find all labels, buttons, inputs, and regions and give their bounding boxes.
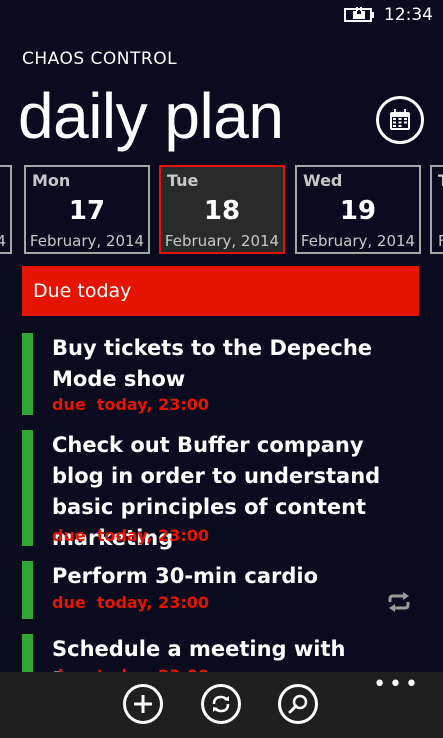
day-name: Tue xyxy=(167,171,199,190)
more-options-button[interactable]: ••• xyxy=(373,674,421,696)
page-title: daily plan xyxy=(18,80,284,152)
day-card-mon[interactable]: Mon 17 February, 2014 xyxy=(24,165,150,254)
day-month: February, 2014 xyxy=(300,232,416,250)
section-header-due-today: Due today xyxy=(22,266,419,316)
day-month: 4 xyxy=(0,231,6,251)
day-card-previous[interactable]: 4 xyxy=(0,165,12,254)
day-number: 18 xyxy=(203,196,241,226)
day-month: February, 2014 xyxy=(29,232,145,250)
day-name: Wed xyxy=(303,171,343,190)
day-month: F xyxy=(438,231,443,251)
task-status-bar xyxy=(22,333,33,415)
task-due: due today, 23:00 xyxy=(52,593,209,612)
status-bar: 12:34 xyxy=(0,0,443,32)
task-item[interactable]: Buy tickets to the Depeche Mode show due… xyxy=(22,333,422,415)
task-due: due today, 23:00 xyxy=(52,395,209,414)
day-selector[interactable]: 4 Mon 17 February, 2014 Tue 18 February,… xyxy=(0,165,443,255)
day-card-wed[interactable]: Wed 19 February, 2014 xyxy=(295,165,421,254)
repeat-icon xyxy=(388,592,410,612)
search-icon xyxy=(288,694,308,714)
search-button[interactable] xyxy=(278,684,318,724)
day-card-tue-selected[interactable]: Tue 18 February, 2014 xyxy=(159,165,285,254)
task-item[interactable]: Check out Buffer company blog in order t… xyxy=(22,430,422,550)
sync-button[interactable] xyxy=(201,684,241,724)
battery-charging-icon xyxy=(344,7,374,22)
task-title: Perform 30-min cardio xyxy=(52,564,319,588)
status-clock: 12:34 xyxy=(384,5,433,25)
task-status-bar xyxy=(22,430,33,546)
add-button[interactable] xyxy=(123,684,163,724)
app-title: CHAOS CONTROL xyxy=(22,49,178,69)
calendar-icon xyxy=(390,109,410,130)
app-bar: ••• xyxy=(0,672,443,738)
sync-icon xyxy=(212,695,230,713)
task-item[interactable]: Perform 30-min cardio due today, 23:00 xyxy=(22,561,422,619)
day-name: T xyxy=(438,171,443,191)
task-due: due today, 23:00 xyxy=(52,526,209,545)
add-icon xyxy=(134,695,152,713)
day-number: 17 xyxy=(68,196,106,226)
day-number: 19 xyxy=(339,196,377,226)
task-title: Buy tickets to the Depeche Mode show xyxy=(52,336,373,391)
task-status-bar xyxy=(22,561,33,619)
calendar-button[interactable] xyxy=(376,96,424,144)
day-name: Mon xyxy=(32,171,71,190)
day-month: February, 2014 xyxy=(164,232,280,250)
day-card-next[interactable]: T F xyxy=(430,165,443,254)
